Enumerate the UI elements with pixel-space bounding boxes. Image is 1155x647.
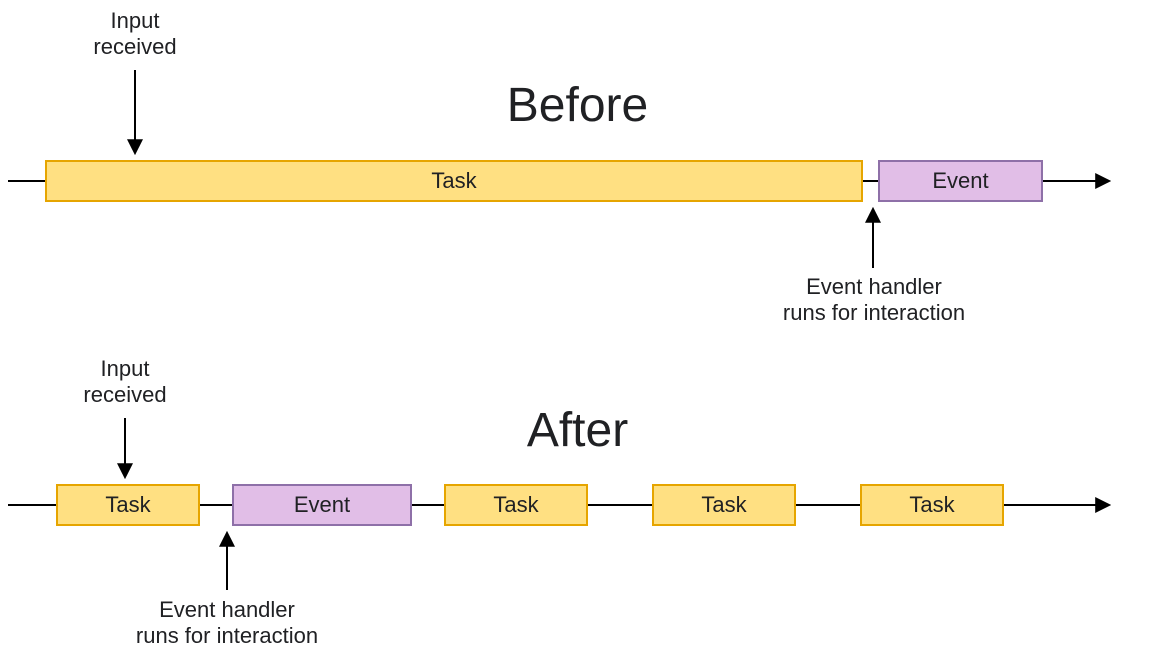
after-title: After: [0, 405, 1155, 458]
after-input-received-label: Input received: [25, 356, 225, 409]
after-task-block-4: Task: [860, 484, 1004, 526]
before-event-block: Event: [878, 160, 1043, 202]
before-input-received-label: Input received: [35, 8, 235, 61]
after-event-block: Event: [232, 484, 412, 526]
before-task-label: Task: [431, 168, 476, 194]
before-title: Before: [0, 80, 1155, 133]
after-task-label-1: Task: [105, 492, 150, 518]
after-event-label: Event: [294, 492, 350, 518]
after-task-label-2: Task: [493, 492, 538, 518]
before-task-block: Task: [45, 160, 863, 202]
before-event-label: Event: [932, 168, 988, 194]
after-task-block-3: Task: [652, 484, 796, 526]
before-event-handler-label: Event handler runs for interaction: [774, 274, 974, 327]
after-task-block-1: Task: [56, 484, 200, 526]
after-task-label-4: Task: [909, 492, 954, 518]
after-task-block-2: Task: [444, 484, 588, 526]
after-task-label-3: Task: [701, 492, 746, 518]
after-event-handler-label: Event handler runs for interaction: [127, 597, 327, 647]
